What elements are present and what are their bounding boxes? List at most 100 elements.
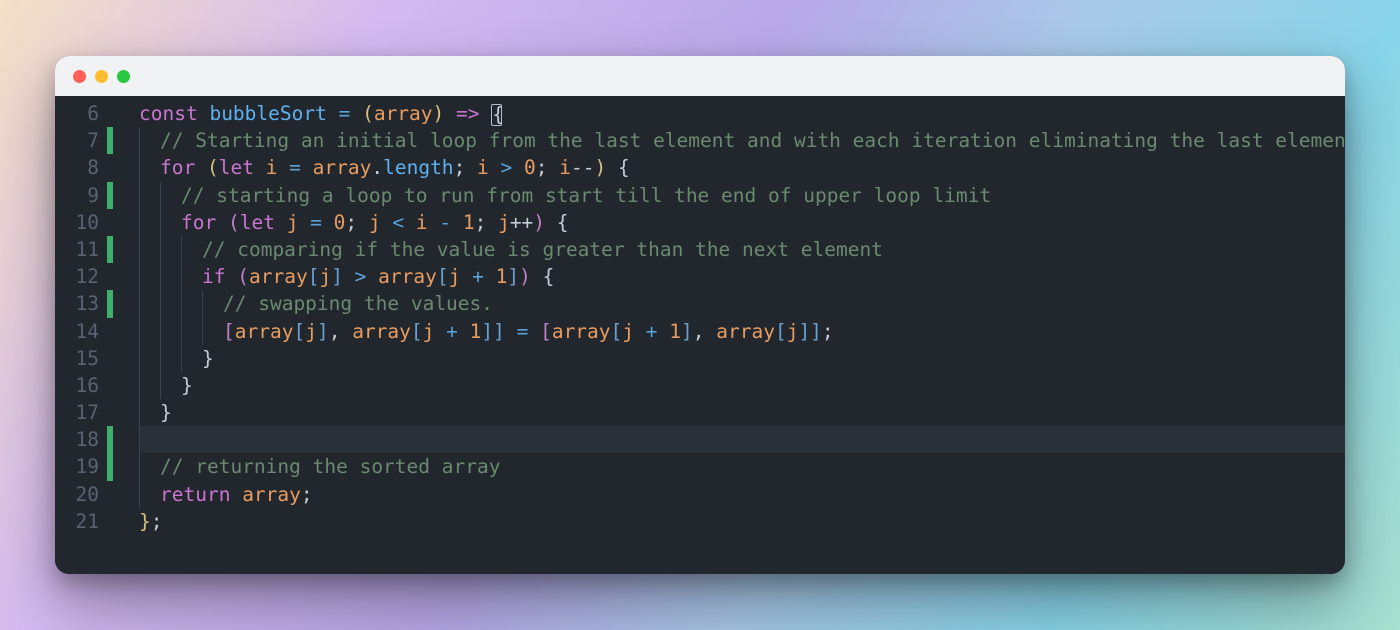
code-token: . — [371, 156, 383, 179]
code-line[interactable]: [array[j], array[j + 1]] = [array[j + 1]… — [139, 318, 1345, 345]
code-token: j — [319, 265, 331, 288]
code-token: } — [139, 510, 151, 533]
indent-guide — [160, 345, 171, 372]
code-token: bubbleSort — [209, 102, 338, 125]
indent-guide — [160, 236, 171, 263]
code-line[interactable]: // returning the sorted array — [139, 453, 1345, 480]
code-token: + — [646, 320, 669, 343]
indent-guide — [160, 290, 171, 317]
code-token: for — [181, 211, 228, 234]
code-token: array — [235, 320, 294, 343]
code-line[interactable]: }; — [139, 508, 1345, 535]
code-token: j — [305, 320, 317, 343]
zoom-icon[interactable] — [117, 70, 130, 83]
code-line[interactable]: // starting a loop to run from start til… — [139, 182, 1345, 209]
indent-guide — [139, 399, 150, 426]
editor-window: 6789101112131415161718192021 const bubbl… — [55, 56, 1345, 574]
code-token: [ — [308, 265, 320, 288]
code-token: // swapping the values. — [223, 292, 493, 315]
code-line[interactable]: // swapping the values. — [139, 290, 1345, 317]
code-token: ] — [507, 265, 519, 288]
line-number: 8 — [55, 154, 99, 181]
code-token: = — [339, 102, 362, 125]
code-token: ]] — [481, 320, 504, 343]
line-number: 6 — [55, 100, 99, 127]
code-line[interactable] — [139, 426, 1345, 453]
line-number: 7 — [55, 127, 99, 154]
code-line[interactable]: for (let j = 0; j < i - 1; j++) { — [139, 209, 1345, 236]
code-token: j — [449, 265, 472, 288]
code-token: const — [139, 102, 209, 125]
code-token: + — [446, 320, 469, 343]
code-token: [ — [437, 265, 449, 288]
code-token: > — [501, 156, 524, 179]
code-line[interactable]: if (array[j] > array[j + 1]) { — [139, 263, 1345, 290]
indent-guide — [181, 236, 192, 263]
code-token: array — [378, 265, 437, 288]
code-token: 1 — [470, 320, 482, 343]
indent-guide — [139, 209, 150, 236]
code-area[interactable]: const bubbleSort = (array) => {// Starti… — [113, 100, 1345, 574]
line-number: 16 — [55, 372, 99, 399]
indent-guide — [160, 209, 171, 236]
indent-guide — [181, 318, 192, 345]
code-token: length — [383, 156, 453, 179]
code-token: ( — [207, 156, 219, 179]
code-token: i — [416, 211, 439, 234]
code-line[interactable]: } — [139, 372, 1345, 399]
code-token: ; — [454, 156, 477, 179]
code-token: } — [160, 401, 172, 424]
code-token: { — [606, 156, 629, 179]
code-token: ) — [519, 265, 531, 288]
code-token: ++ — [510, 211, 533, 234]
code-line[interactable]: for (let i = array.length; i > 0; i--) { — [139, 154, 1345, 181]
line-number: 17 — [55, 399, 99, 426]
code-token: array — [242, 483, 301, 506]
code-token: i — [477, 156, 500, 179]
indent-guide — [139, 426, 150, 453]
code-token: ; — [475, 211, 498, 234]
code-line[interactable]: // Starting an initial loop from the las… — [139, 127, 1345, 154]
code-token: array — [352, 320, 411, 343]
indent-guide — [139, 263, 150, 290]
code-line[interactable]: } — [139, 345, 1345, 372]
code-line[interactable]: const bubbleSort = (array) => { — [139, 100, 1345, 127]
code-token: ] — [317, 320, 329, 343]
code-token: // comparing if the value is greater tha… — [202, 238, 883, 261]
line-number: 21 — [55, 508, 99, 535]
indent-guide — [202, 318, 213, 345]
code-token: array — [313, 156, 372, 179]
code-token: < — [392, 211, 415, 234]
indent-guide — [139, 453, 150, 480]
code-line[interactable]: return array; — [139, 481, 1345, 508]
code-token: = — [505, 320, 540, 343]
indent-guide — [181, 345, 192, 372]
code-token: let — [219, 156, 266, 179]
code-token: => — [456, 102, 491, 125]
indent-guide — [160, 182, 171, 209]
indent-guide — [160, 263, 171, 290]
indent-guide — [181, 290, 192, 317]
code-token: ) — [594, 156, 606, 179]
code-line[interactable]: } — [139, 399, 1345, 426]
code-token: 0 — [524, 156, 536, 179]
code-token: ) — [533, 211, 545, 234]
code-token: ] — [331, 265, 343, 288]
code-token: [ — [293, 320, 305, 343]
indent-guide — [202, 290, 213, 317]
code-line[interactable]: // comparing if the value is greater tha… — [139, 236, 1345, 263]
code-token: [ — [611, 320, 623, 343]
code-token: j — [369, 211, 392, 234]
indent-guide — [181, 263, 192, 290]
code-token: if — [202, 265, 237, 288]
titlebar — [55, 56, 1345, 96]
code-token: [ — [411, 320, 423, 343]
minimize-icon[interactable] — [95, 70, 108, 83]
line-number: 12 — [55, 263, 99, 290]
code-token: ( — [237, 265, 249, 288]
code-token: j — [622, 320, 645, 343]
code-token: = — [289, 156, 312, 179]
code-editor[interactable]: 6789101112131415161718192021 const bubbl… — [55, 96, 1345, 574]
code-token: ]] — [798, 320, 821, 343]
close-icon[interactable] — [73, 70, 86, 83]
